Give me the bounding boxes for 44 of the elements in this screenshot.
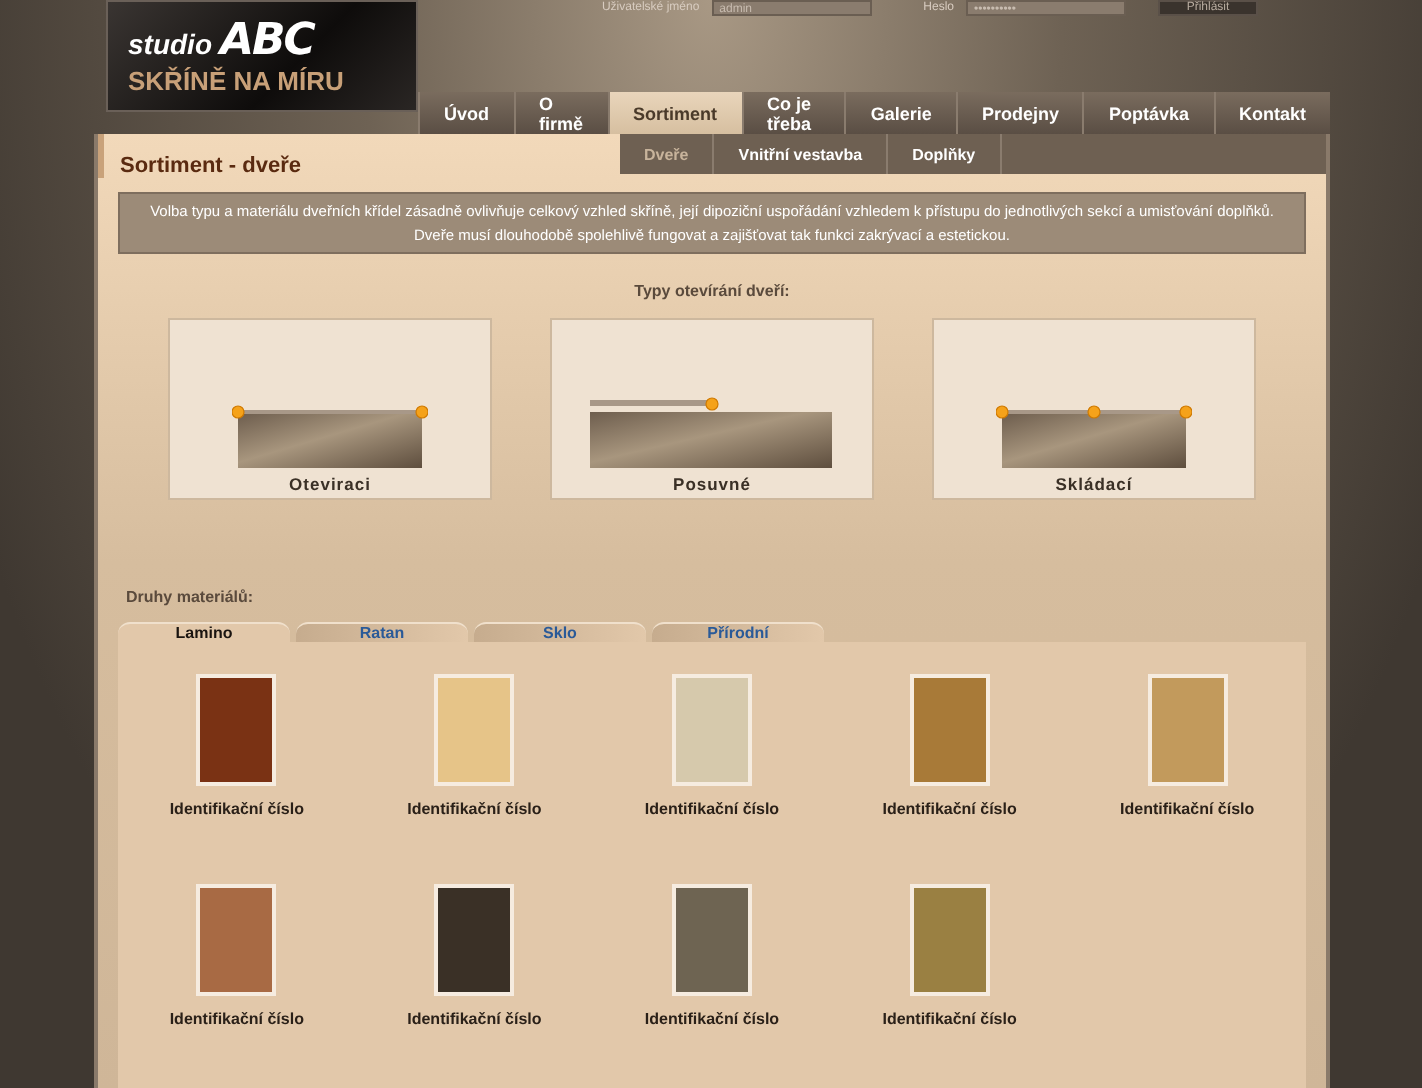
wood-swatch[interactable] xyxy=(1147,674,1228,786)
nav-tab[interactable]: Úvod xyxy=(418,92,513,134)
door-type-card[interactable]: Oteviraci xyxy=(168,318,492,500)
door-type-card[interactable]: Skládací xyxy=(932,318,1256,500)
material-tab[interactable]: Ratan xyxy=(296,622,468,642)
wood-swatch[interactable] xyxy=(434,884,515,996)
nav-tab[interactable]: Kontakt xyxy=(1213,92,1330,134)
nav-tab[interactable]: O firmě xyxy=(513,92,607,134)
subnav-tab[interactable]: Vnitřní vestavba xyxy=(714,134,889,174)
material-tab[interactable]: Přírodní xyxy=(652,622,824,642)
material-label: Identifikační číslo xyxy=(644,1010,780,1028)
logo-tagline: SKŘÍNĚ NA MÍRU xyxy=(128,66,346,96)
material-label: Identifikační číslo xyxy=(407,1010,542,1028)
material-label: Identifikační číslo xyxy=(1120,800,1255,818)
nav-tab[interactable]: Sortiment xyxy=(607,92,742,134)
material-label: Identifikační číslo xyxy=(407,800,542,818)
door-types-heading: Typy otevírání dveří: xyxy=(634,282,790,300)
door-type-label: Posuvné xyxy=(673,474,751,494)
nav-tab[interactable]: Galerie xyxy=(844,92,956,134)
wood-swatch[interactable] xyxy=(196,884,277,996)
nav-tab[interactable]: Co je třeba xyxy=(741,92,845,134)
door-type-label: Oteviraci xyxy=(289,474,371,494)
material-tab[interactable]: Lamino xyxy=(118,622,290,642)
material-label: Identifikační číslo xyxy=(882,1010,1017,1028)
wood-swatch[interactable] xyxy=(196,674,277,786)
wood-swatch[interactable] xyxy=(671,674,752,786)
wood-swatch[interactable] xyxy=(671,884,752,996)
door-type-label: Skládací xyxy=(1055,474,1133,494)
materials-heading: Druhy materiálů: xyxy=(126,588,254,606)
subnav-tab[interactable]: Doplňky xyxy=(888,134,1002,174)
wood-swatch[interactable] xyxy=(909,674,990,786)
nav-tab[interactable]: Prodejny xyxy=(955,92,1083,134)
material-label: Identifikační číslo xyxy=(644,800,780,818)
material-label: Identifikační číslo xyxy=(169,800,304,818)
material-label: Identifikační číslo xyxy=(169,1010,304,1028)
wood-swatch[interactable] xyxy=(909,884,990,996)
door-type-card[interactable]: Posuvné xyxy=(550,318,874,500)
logo-brand-text: ABC xyxy=(220,16,314,66)
logo[interactable]: studio ABC SKŘÍNĚ NA MÍRU xyxy=(106,0,418,112)
material-label: Identifikační číslo xyxy=(882,800,1017,818)
nav-tab[interactable]: Poptávka xyxy=(1082,92,1213,134)
logo-studio-text: studio xyxy=(128,28,212,60)
material-tab[interactable]: Sklo xyxy=(474,622,646,642)
wood-swatch[interactable] xyxy=(434,674,515,786)
